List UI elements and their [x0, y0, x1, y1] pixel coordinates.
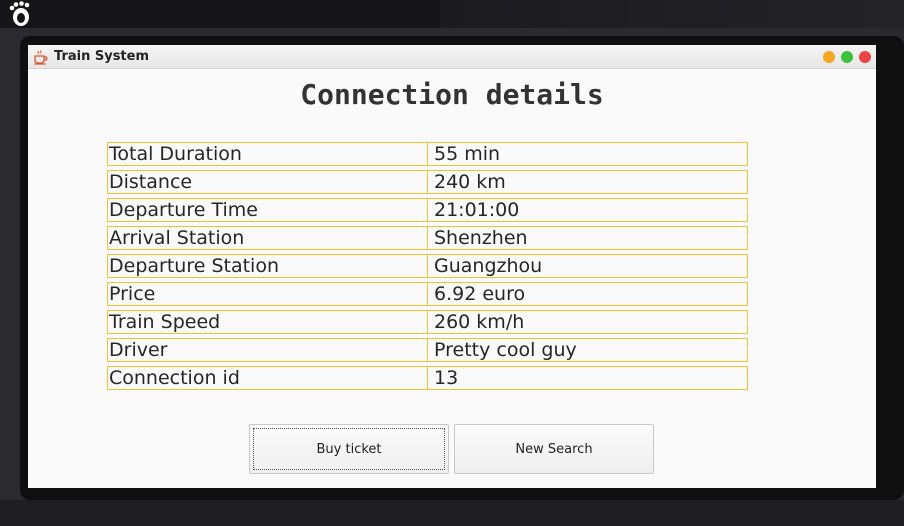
- app-window: Train System Connection details Total Du…: [27, 44, 877, 489]
- row-label: Departure Station: [107, 254, 428, 278]
- row-label: Price: [107, 282, 428, 306]
- new-search-label: New Search: [515, 441, 593, 457]
- panel-decoration: [440, 0, 904, 28]
- table-row: Driver Pretty cool guy: [107, 338, 748, 362]
- buy-ticket-button[interactable]: Buy ticket: [249, 424, 449, 474]
- row-label: Train Speed: [107, 310, 428, 334]
- row-value: Shenzhen: [428, 226, 748, 250]
- gnome-foot-icon[interactable]: [6, 0, 36, 28]
- minimize-button[interactable]: [823, 51, 835, 63]
- row-label: Arrival Station: [107, 226, 428, 250]
- row-value: 55 min: [428, 142, 748, 166]
- row-label: Connection id: [107, 366, 428, 390]
- row-value: Pretty cool guy: [428, 338, 748, 362]
- table-row: Departure Station Guangzhou: [107, 254, 748, 278]
- table-row: Connection id 13: [107, 366, 748, 390]
- row-value: 6.92 euro: [428, 282, 748, 306]
- desktop-top-panel: [0, 0, 904, 28]
- desktop-background: [0, 500, 904, 526]
- focus-ring: [253, 428, 445, 470]
- row-value: 21:01:00: [428, 198, 748, 222]
- row-value: Guangzhou: [428, 254, 748, 278]
- row-label: Distance: [107, 170, 428, 194]
- row-label: Departure Time: [107, 198, 428, 222]
- page-title: Connection details: [300, 78, 604, 111]
- connection-details-table: Total Duration 55 min Distance 240 km De…: [107, 142, 748, 394]
- window-title: Train System: [54, 49, 150, 64]
- row-value: 240 km: [428, 170, 748, 194]
- table-row: Arrival Station Shenzhen: [107, 226, 748, 250]
- window-titlebar[interactable]: Train System: [28, 45, 876, 69]
- row-label: Total Duration: [107, 142, 428, 166]
- close-button[interactable]: [859, 51, 871, 63]
- new-search-button[interactable]: New Search: [454, 424, 654, 474]
- maximize-button[interactable]: [841, 51, 853, 63]
- table-row: Train Speed 260 km/h: [107, 310, 748, 334]
- table-row: Total Duration 55 min: [107, 142, 748, 166]
- row-label: Driver: [107, 338, 428, 362]
- java-cup-icon: [34, 50, 48, 65]
- table-row: Departure Time 21:01:00: [107, 198, 748, 222]
- row-value: 13: [428, 366, 748, 390]
- table-row: Price 6.92 euro: [107, 282, 748, 306]
- table-row: Distance 240 km: [107, 170, 748, 194]
- row-value: 260 km/h: [428, 310, 748, 334]
